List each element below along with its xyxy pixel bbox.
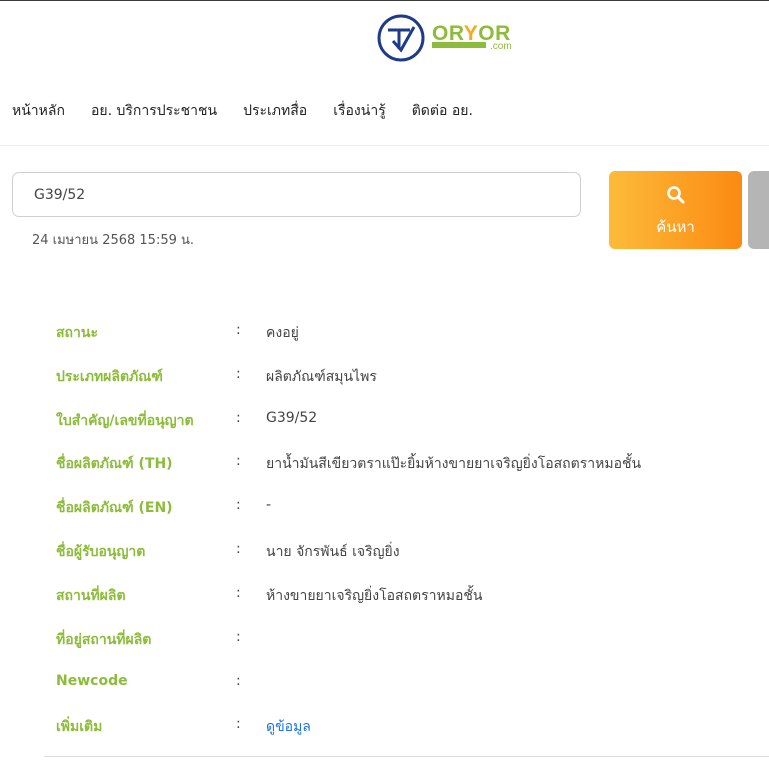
detail-row-product-name-th: ชื่อผลิตภัณฑ์ (TH) : ยาน้ำมันสีเขียวตราแ…	[56, 453, 756, 475]
detail-label: ประเภทผลิตภัณฑ์	[56, 369, 163, 385]
detail-colon: :	[236, 585, 241, 601]
detail-label: ชื่อผลิตภัณฑ์ (TH)	[56, 456, 173, 472]
detail-colon: :	[236, 410, 241, 426]
detail-colon: :	[236, 497, 241, 513]
detail-label: สถานที่ผลิต	[56, 588, 126, 604]
nav-media[interactable]: ประเภทสื่อ	[243, 100, 307, 122]
detail-value: G39/52	[266, 410, 318, 426]
search-timestamp: 24 เมษายน 2568 15:59 น.	[32, 233, 195, 248]
oryor-logo[interactable]: ORYOR .com	[376, 13, 521, 63]
detail-row-licensee: ชื่อผู้รับอนุญาต : นาย จักรพันธ์ เจริญยิ…	[56, 541, 756, 563]
detail-value: ห้างขายยาเจริญยิ่งโอสถตราหมอชั้น	[266, 588, 483, 604]
detail-row-newcode: Newcode :	[56, 673, 756, 695]
nav-divider	[0, 145, 769, 146]
logo-suffix: .com	[490, 41, 512, 52]
detail-value: -	[266, 497, 272, 513]
detail-label: ชื่อผู้รับอนุญาต	[56, 544, 146, 560]
detail-label: เพิ่มเติม	[56, 719, 103, 735]
detail-label: ใบสำคัญ/เลขที่อนุญาต	[56, 413, 194, 429]
detail-row-manufacturer: สถานที่ผลิต : ห้างขายยาเจริญยิ่งโอสถตราห…	[56, 585, 756, 607]
detail-row-product-name-en: ชื่อผลิตภัณฑ์ (EN) : -	[56, 497, 756, 519]
detail-colon: :	[236, 673, 241, 689]
detail-colon: :	[236, 541, 241, 557]
top-border	[0, 0, 769, 1]
detail-label: Newcode	[56, 673, 128, 689]
detail-row-manufacturer-address: ที่อยู่สถานที่ผลิต :	[56, 629, 756, 651]
detail-label: สถานะ	[56, 325, 98, 341]
search-button-label: ค้นหา	[656, 218, 695, 236]
fda-emblem-icon	[377, 14, 425, 62]
detail-row-status: สถานะ : คงอยู่	[56, 322, 756, 344]
search-input[interactable]	[12, 172, 581, 217]
detail-value: คงอยู่	[266, 325, 299, 341]
detail-colon: :	[236, 322, 241, 338]
main-nav: หน้าหลัก อย. บริการประชาชน ประเภทสื่อ เร…	[12, 100, 499, 122]
detail-label: ที่อยู่สถานที่ผลิต	[56, 632, 152, 648]
nav-contact[interactable]: ติดต่อ อย.	[412, 100, 473, 122]
nav-articles[interactable]: เรื่องน่ารู้	[333, 100, 386, 122]
detail-colon: :	[236, 453, 241, 469]
search-icon	[667, 186, 685, 204]
detail-colon: :	[236, 366, 241, 382]
detail-label: ชื่อผลิตภัณฑ์ (EN)	[56, 500, 173, 516]
search-button[interactable]: ค้นหา	[609, 171, 742, 249]
view-details-link[interactable]: ดูข้อมูล	[266, 716, 311, 738]
logo-bar	[432, 42, 486, 48]
detail-value: นาย จักรพันธ์ เจริญยิ่ง	[266, 544, 400, 560]
bottom-divider	[44, 756, 769, 757]
detail-colon: :	[236, 716, 241, 732]
nav-public-service[interactable]: อย. บริการประชาชน	[91, 100, 217, 122]
detail-colon: :	[236, 629, 241, 645]
detail-row-license-number: ใบสำคัญ/เลขที่อนุญาต : G39/52	[56, 410, 756, 432]
detail-value: ผลิตภัณฑ์สมุนไพร	[266, 369, 377, 385]
detail-row-more: เพิ่มเติม : ดูข้อมูล	[56, 716, 756, 738]
detail-row-product-type: ประเภทผลิตภัณฑ์ : ผลิตภัณฑ์สมุนไพร	[56, 366, 756, 388]
detail-value: ยาน้ำมันสีเขียวตราแป๊ะยิ้มห้างขายยาเจริญ…	[266, 456, 642, 472]
nav-home[interactable]: หน้าหลัก	[12, 100, 65, 122]
secondary-button[interactable]	[748, 171, 769, 249]
